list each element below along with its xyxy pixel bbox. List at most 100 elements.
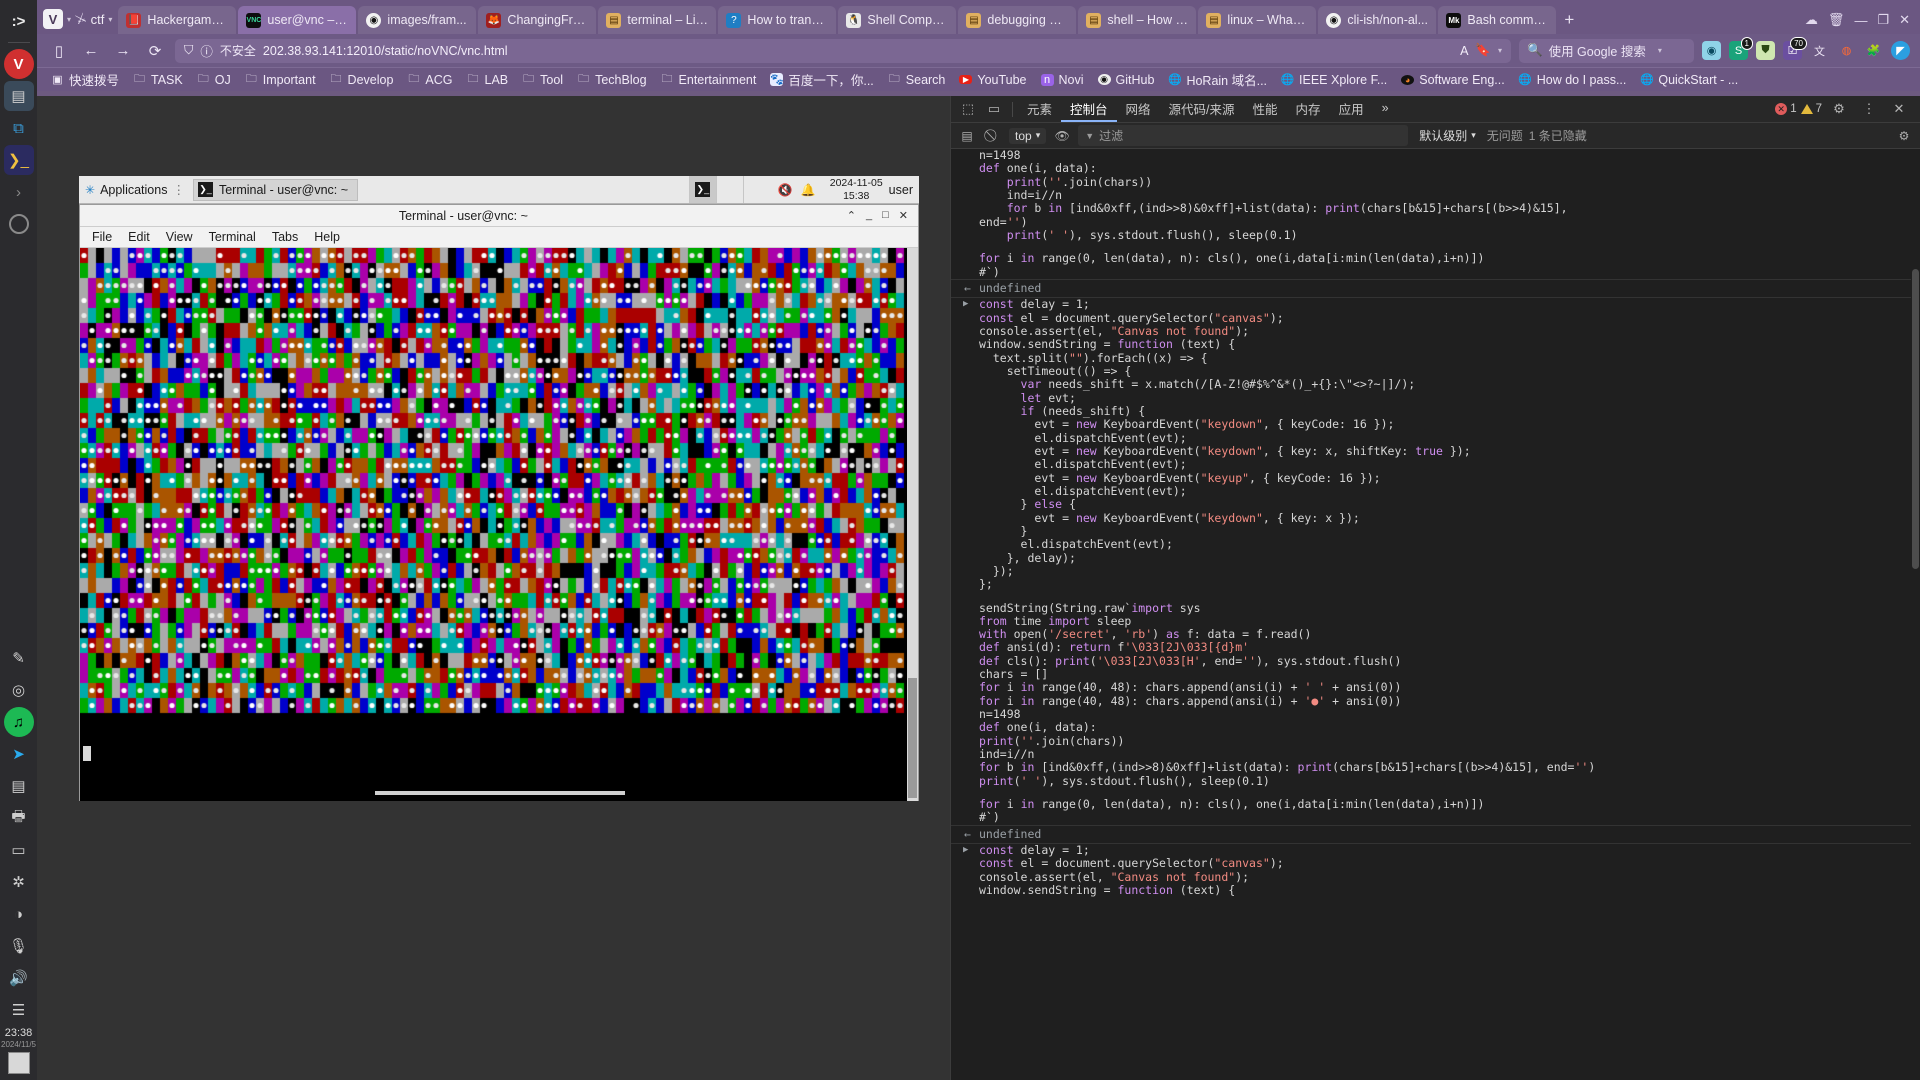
search-input[interactable]: 🔍 使用 Google 搜索 ▾: [1519, 38, 1694, 63]
console-log-area[interactable]: n=1498 def one(i, data): print(''.join(ch…: [951, 149, 1920, 1080]
translate-page-icon[interactable]: A: [1460, 44, 1468, 58]
warning-count-badge[interactable]: 7: [1800, 103, 1822, 115]
bookmark-item[interactable]: 🌐 How do I pass...: [1513, 71, 1633, 89]
tab-performance[interactable]: 性能: [1244, 96, 1287, 122]
browser-tab-active[interactable]: VNC user@vnc – noVI: [238, 6, 357, 34]
workspace-3-button[interactable]: [742, 176, 770, 203]
devtools-close-icon[interactable]: ✕: [1886, 98, 1912, 120]
bookmark-item[interactable]: 🌐 IEEE Xplore F...: [1275, 71, 1393, 89]
shield-icon[interactable]: ⛉: [184, 43, 193, 58]
menu-help[interactable]: Help: [314, 230, 340, 244]
vscode-icon[interactable]: ⧉: [4, 113, 34, 143]
devtools-kebab-icon[interactable]: ⋮: [1856, 98, 1882, 120]
site-info-icon[interactable]: ⓘ: [200, 41, 213, 60]
bookmark-item[interactable]: 🐾 百度一下，你...: [764, 68, 879, 91]
terminal-output-area[interactable]: [80, 248, 918, 801]
bookmark-item[interactable]: 🌐 QuickStart - ...: [1634, 71, 1744, 89]
more-tabs-icon[interactable]: »: [1373, 96, 1398, 122]
user-label[interactable]: user: [889, 183, 919, 197]
menu-edit[interactable]: Edit: [128, 230, 150, 244]
tab-console[interactable]: 控制台: [1061, 96, 1117, 122]
speaker-icon[interactable]: 🔊: [4, 963, 34, 993]
volume-icon[interactable]: ◑: [4, 899, 34, 929]
bookmark-item[interactable]: n Novi: [1035, 71, 1090, 89]
log-level-selector[interactable]: 默认级别 ▾: [1414, 126, 1481, 145]
search-icon[interactable]: 🔍: [1527, 43, 1543, 58]
printer-icon[interactable]: 🖶: [4, 803, 34, 833]
maximize-button[interactable]: ❐: [1877, 12, 1889, 28]
reload-button[interactable]: ⟳: [143, 39, 167, 63]
chevron-right-icon[interactable]: ›: [4, 177, 34, 207]
terminal-scrollbar-thumb[interactable]: [908, 678, 917, 798]
mic-icon[interactable]: 🎙: [4, 931, 34, 961]
reddit-ext-icon[interactable]: ◍: [1837, 41, 1856, 60]
card-icon[interactable]: ▭: [4, 835, 34, 865]
bookmark-item[interactable]: 🗀 OJ: [191, 68, 237, 91]
browser-tab[interactable]: ▤ terminal – Lis...: [598, 6, 717, 34]
browser-tab[interactable]: ◉ images/fram...: [358, 6, 477, 34]
notes-icon[interactable]: ▤: [4, 771, 34, 801]
bookmark-item[interactable]: ◉ GitHub: [1092, 71, 1161, 89]
console-settings-gear-icon[interactable]: ⚙: [1894, 126, 1914, 146]
live-expression-eye-icon[interactable]: 👁: [1052, 126, 1072, 146]
workspace-2-button[interactable]: [715, 176, 743, 203]
bookmark-item[interactable]: 🗀 TASK: [127, 68, 189, 91]
error-count-badge[interactable]: ✕ 1: [1775, 103, 1797, 115]
vnc-screen[interactable]: ✳ Applications ⋮ ❯_ Terminal - user@vnc:…: [79, 176, 919, 801]
console-input-entry[interactable]: ▶ const delay = 1; const el = document.que…: [951, 297, 1920, 824]
console-scrollbar[interactable]: [1911, 149, 1920, 1080]
workspace-label[interactable]: ctf: [91, 12, 105, 27]
inspect-element-icon[interactable]: ⬚: [955, 98, 981, 120]
panel-toggle-icon[interactable]: ▯: [47, 39, 71, 63]
search-engine-caret-icon[interactable]: ▾: [1658, 46, 1662, 55]
profile-avatar[interactable]: ◤: [1891, 41, 1910, 60]
console-filter-input[interactable]: ▼ 过滤: [1078, 125, 1409, 146]
menu-view[interactable]: View: [166, 230, 193, 244]
execution-context-selector[interactable]: top ▾: [1009, 127, 1047, 144]
bookmark-star-icon[interactable]: 🔖: [1475, 43, 1491, 58]
tampermonkey-ext-icon[interactable]: ☑ 70: [1783, 37, 1807, 60]
bookmark-item[interactable]: 🌐 HoRain 域名...: [1162, 68, 1273, 91]
minimize-button[interactable]: —: [1854, 13, 1867, 28]
bookmark-item[interactable]: 🗀 Develop: [324, 68, 400, 91]
taskbar-window-button[interactable]: ❯_ Terminal - user@vnc: ~: [192, 178, 359, 201]
sync-cloud-icon[interactable]: ☁: [1805, 12, 1818, 28]
url-dropdown-caret-icon[interactable]: ▾: [1498, 46, 1502, 55]
terminal-minimize-button[interactable]: _: [866, 209, 872, 222]
browser-tab[interactable]: 🐧 Shell Compat...: [838, 6, 957, 34]
console-scrollbar-thumb[interactable]: [1912, 269, 1919, 569]
workspace-caret-icon[interactable]: ▾: [108, 15, 112, 24]
terminal-shade-button[interactable]: ⌃: [847, 209, 856, 222]
tab-network[interactable]: 网络: [1117, 96, 1160, 122]
bookmark-item[interactable]: ◕ Software Eng...: [1395, 71, 1510, 89]
bookmark-item[interactable]: 🗀 LAB: [461, 68, 515, 91]
browser-tab[interactable]: ▤ linux – What a...: [1198, 6, 1317, 34]
clear-console-icon[interactable]: ⃠: [983, 126, 1003, 146]
bookmark-item[interactable]: ▣ 快速拨号: [45, 68, 125, 91]
browser-tab[interactable]: ◉ cli-ish/non-al...: [1318, 6, 1437, 34]
show-desktop-button[interactable]: [7, 1052, 30, 1074]
workspace-1-button[interactable]: ❯_: [688, 176, 716, 203]
bell-icon[interactable]: 🔔: [801, 183, 816, 197]
shield-icon[interactable]: ◎: [4, 675, 34, 705]
telegram-icon[interactable]: ➤: [4, 739, 34, 769]
back-button[interactable]: ←: [79, 39, 103, 63]
vivaldi-icon[interactable]: V: [3, 49, 34, 79]
bluetooth-icon[interactable]: ✲: [4, 867, 34, 897]
bookmark-item[interactable]: 🗀 Search: [882, 68, 952, 91]
feather-icon[interactable]: ✎: [4, 643, 34, 673]
close-button[interactable]: ✕: [1899, 12, 1910, 28]
files-icon[interactable]: ▤: [3, 81, 34, 111]
bookmark-item[interactable]: 🗀 TechBlog: [571, 68, 652, 91]
applications-menu-button[interactable]: ✳ Applications ⋮: [79, 176, 191, 203]
browser-tab[interactable]: ▤ shell – How t...: [1078, 6, 1197, 34]
devtools-settings-icon[interactable]: ⚙: [1826, 98, 1852, 120]
circle-app-icon[interactable]: [4, 209, 34, 239]
tab-elements[interactable]: 元素: [1018, 96, 1061, 122]
forward-button[interactable]: →: [111, 39, 135, 63]
menu-file[interactable]: File: [92, 230, 112, 244]
terminal-scrollbar[interactable]: [907, 248, 918, 801]
browser-tab[interactable]: 🦊 ChangingFra...: [478, 6, 597, 34]
browser-tab[interactable]: ? How to transf...: [718, 6, 837, 34]
device-toolbar-icon[interactable]: ▭: [981, 98, 1007, 120]
